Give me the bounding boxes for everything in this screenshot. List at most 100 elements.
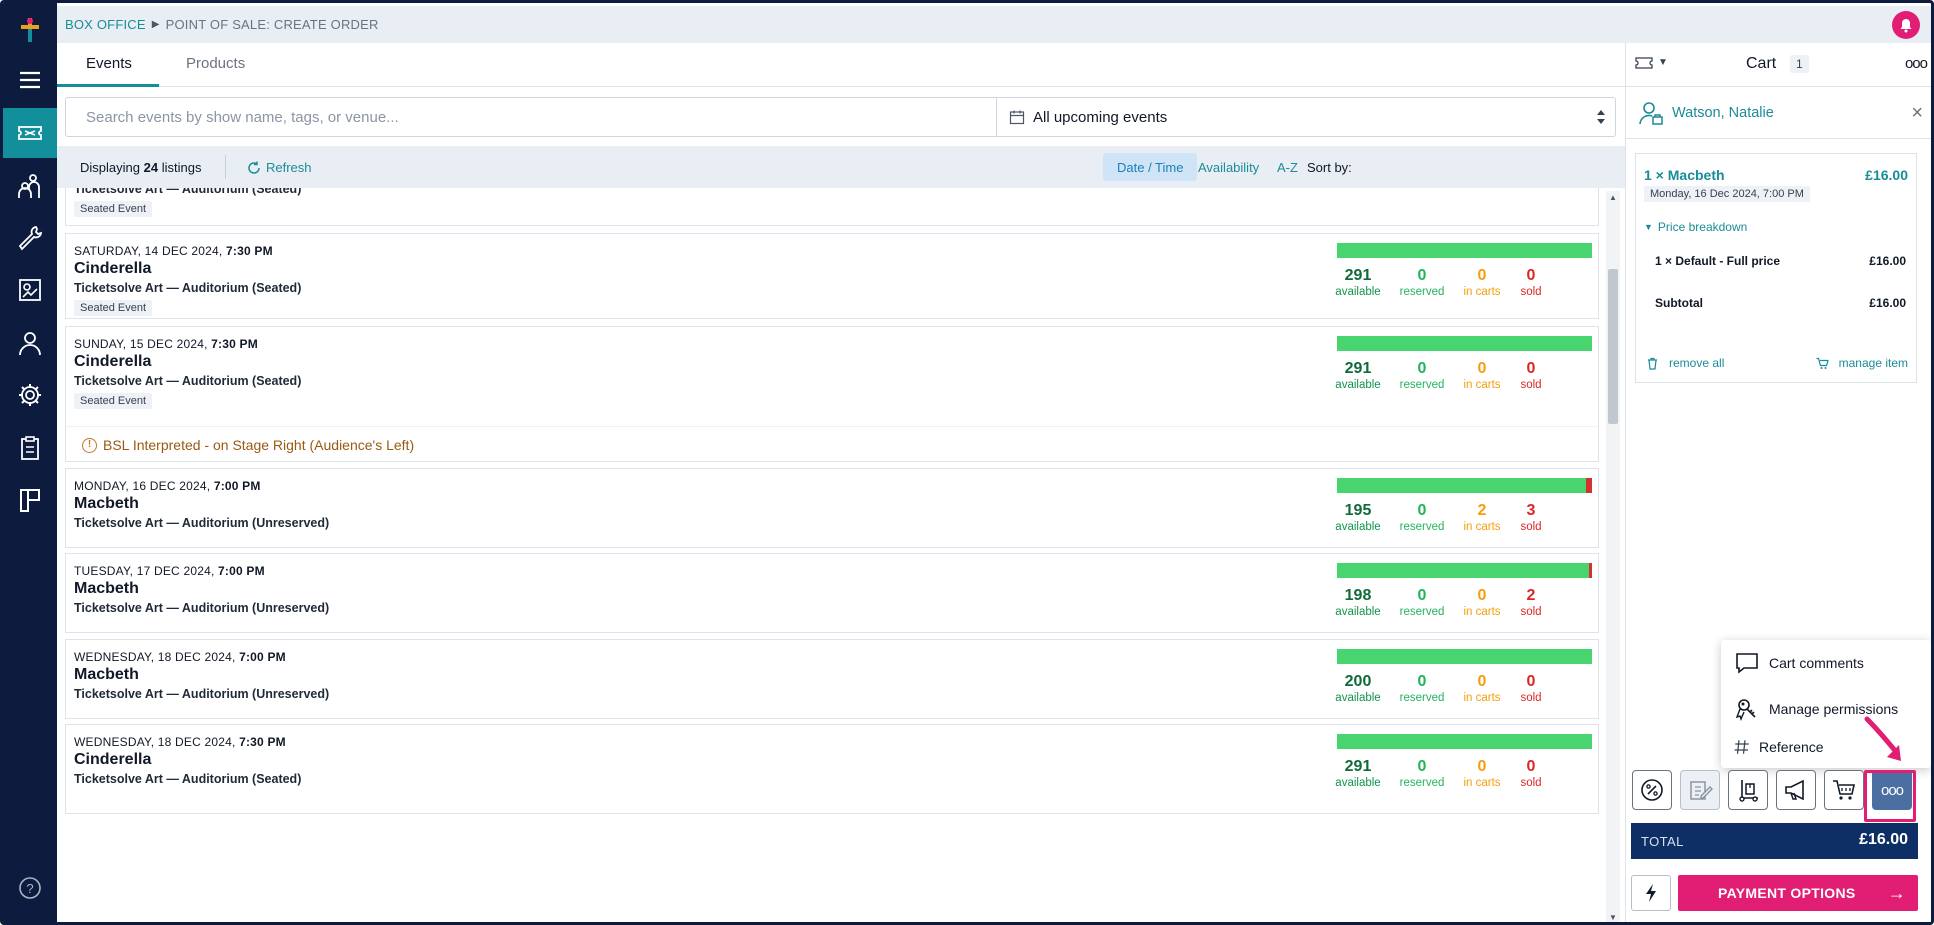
lightning-icon[interactable] <box>1631 875 1671 911</box>
sort-a-z[interactable]: A-Z <box>1263 153 1312 181</box>
tab-events[interactable]: Events <box>86 55 132 72</box>
manage-item-button[interactable]: manage item <box>1816 356 1908 370</box>
search-input[interactable] <box>66 98 996 136</box>
megaphone-icon[interactable] <box>1776 770 1816 810</box>
clipboard-icon[interactable] <box>3 423 57 473</box>
event-time: 7:00 PM <box>239 650 286 664</box>
stat-label: reserved <box>1399 286 1445 298</box>
event-date-day: SUNDAY, 15 DEC 2024, <box>74 337 208 351</box>
scrollbar-thumb[interactable] <box>1608 269 1618 424</box>
sold-segment <box>1585 478 1592 493</box>
stat-value: 0 <box>1417 502 1427 519</box>
cart-item: 1 × Macbeth £16.00 Monday, 16 Dec 2024, … <box>1635 153 1917 383</box>
cart-item-datetime: Monday, 16 Dec 2024, 7:00 PM <box>1644 186 1810 202</box>
stat-label: available <box>1335 379 1381 391</box>
stat-label: reserved <box>1399 777 1445 789</box>
notification-bell-icon[interactable] <box>1892 11 1920 39</box>
discount-icon[interactable] <box>1632 770 1672 810</box>
stat-available: 291 available <box>1328 360 1388 392</box>
events-panel: Events Products All upcoming events Disp… <box>57 43 1625 922</box>
event-date: WEDNESDAY, 18 DEC 2024, 7:00 PM <box>74 650 286 664</box>
price-breakdown-label: Price breakdown <box>1657 220 1748 234</box>
wrench-icon[interactable] <box>3 213 57 263</box>
app-logo[interactable] <box>17 15 43 45</box>
event-title: Macbeth <box>74 580 139 597</box>
stat-available: 200 available <box>1328 673 1388 705</box>
stat-reserved: 0 reserved <box>1392 360 1452 392</box>
price-breakdown-toggle[interactable]: ▼ Price breakdown <box>1644 220 1747 234</box>
event-card[interactable]: SUNDAY, 15 DEC 2024, 7:30 PM Cinderella … <box>65 326 1600 462</box>
price-line-label: 1 × Default - Full price <box>1655 254 1781 268</box>
user-icon[interactable] <box>3 318 57 368</box>
more-icon[interactable]: ooo <box>1905 55 1928 72</box>
updown-icon <box>1597 110 1605 124</box>
event-date: WEDNESDAY, 18 DEC 2024, 7:30 PM <box>74 735 286 749</box>
customer-name[interactable]: Watson, Natalie <box>1672 105 1774 121</box>
payment-options-label: PAYMENT OPTIONS <box>1718 885 1856 901</box>
tab-bar: Events Products <box>57 43 1625 87</box>
refresh-icon <box>248 161 260 174</box>
stat-value: 3 <box>1526 502 1536 519</box>
cart-item-name[interactable]: 1 × Macbeth <box>1644 167 1725 183</box>
gear-icon[interactable] <box>3 370 57 420</box>
refresh-button[interactable]: Refresh <box>247 160 312 175</box>
event-card[interactable]: TUESDAY, 17 DEC 2024, 7:00 PM Macbeth Ti… <box>65 553 1599 633</box>
remove-all-button[interactable]: remove all <box>1646 356 1724 370</box>
event-time: 7:30 PM <box>226 244 273 258</box>
scroll-down-icon[interactable]: ▼ <box>1609 913 1617 922</box>
calendar-icon <box>1009 110 1025 125</box>
date-filter-select[interactable]: All upcoming events <box>996 98 1616 136</box>
stat-value: 2 <box>1526 587 1536 604</box>
report-icon[interactable] <box>3 265 57 315</box>
layout-icon[interactable] <box>3 475 57 525</box>
menu-icon[interactable] <box>3 55 57 105</box>
stat-value: 195 <box>1344 502 1372 519</box>
people-icon[interactable] <box>3 161 57 211</box>
event-card[interactable]: WEDNESDAY, 18 DEC 2024, 7:30 PM Cinderel… <box>65 724 1599 814</box>
availability-bar <box>1337 336 1592 351</box>
scrollbar[interactable]: ▲ ▼ <box>1606 191 1620 922</box>
event-card[interactable]: MONDAY, 16 DEC 2024, 7:00 PM Macbeth Tic… <box>65 468 1599 548</box>
stat-value: 198 <box>1344 587 1372 604</box>
event-card[interactable]: WEDNESDAY, 18 DEC 2024, 7:00 PM Macbeth … <box>65 639 1599 719</box>
customer-row: Watson, Natalie × <box>1626 87 1931 139</box>
sold-segment <box>1589 563 1592 578</box>
tab-products[interactable]: Products <box>186 55 245 72</box>
price-line-value: £16.00 <box>1869 254 1906 268</box>
close-icon[interactable]: × <box>1911 103 1923 123</box>
stat-sold: 3 sold <box>1501 502 1561 534</box>
event-date-day: MONDAY, 16 DEC 2024, <box>74 479 211 493</box>
stat-label: available <box>1335 606 1381 618</box>
delivery-icon[interactable] <box>1728 770 1768 810</box>
stat-label: sold <box>1520 286 1542 298</box>
ticket-type-icon[interactable] <box>1635 56 1653 70</box>
cart-count-badge: 1 <box>1790 55 1809 73</box>
menu-item-cart-comments[interactable]: Cart comments <box>1721 644 1931 682</box>
caret-down-icon: ▼ <box>1644 222 1653 232</box>
event-card[interactable]: Ticketsolve Art — Auditorium (Seated) Se… <box>65 188 1599 226</box>
stat-available: 195 available <box>1328 502 1388 534</box>
cart-icon <box>1816 357 1829 369</box>
breadcrumb-root[interactable]: BOX OFFICE <box>65 17 146 32</box>
active-tab-indicator <box>57 84 159 87</box>
scroll-up-icon[interactable]: ▲ <box>1609 193 1617 202</box>
sort-availability[interactable]: Availability <box>1184 153 1273 181</box>
listing-count: Displaying 24 listings <box>80 160 201 175</box>
menu-item-label: Cart comments <box>1769 655 1864 671</box>
stat-label: sold <box>1520 521 1542 533</box>
stat-label: sold <box>1520 379 1542 391</box>
help-icon[interactable]: ? <box>3 863 57 913</box>
basket-icon[interactable] <box>1824 770 1864 810</box>
chevron-down-icon[interactable]: ▼ <box>1658 57 1668 68</box>
stat-value: 0 <box>1417 360 1427 377</box>
listing-count-value: 24 <box>143 160 159 175</box>
event-card[interactable]: SATURDAY, 14 DEC 2024, 7:30 PM Cinderell… <box>65 233 1599 319</box>
stat-sold: 0 sold <box>1501 360 1561 392</box>
edit-icon[interactable] <box>1680 770 1720 810</box>
ticket-icon[interactable] <box>3 108 57 158</box>
event-venue: Ticketsolve Art — Auditorium (Seated) <box>74 281 302 295</box>
highlight-arrow-icon <box>1864 716 1901 761</box>
stat-available: 198 available <box>1328 587 1388 619</box>
stat-value: 200 <box>1344 673 1372 690</box>
payment-options-button[interactable]: PAYMENT OPTIONS → <box>1678 875 1918 911</box>
